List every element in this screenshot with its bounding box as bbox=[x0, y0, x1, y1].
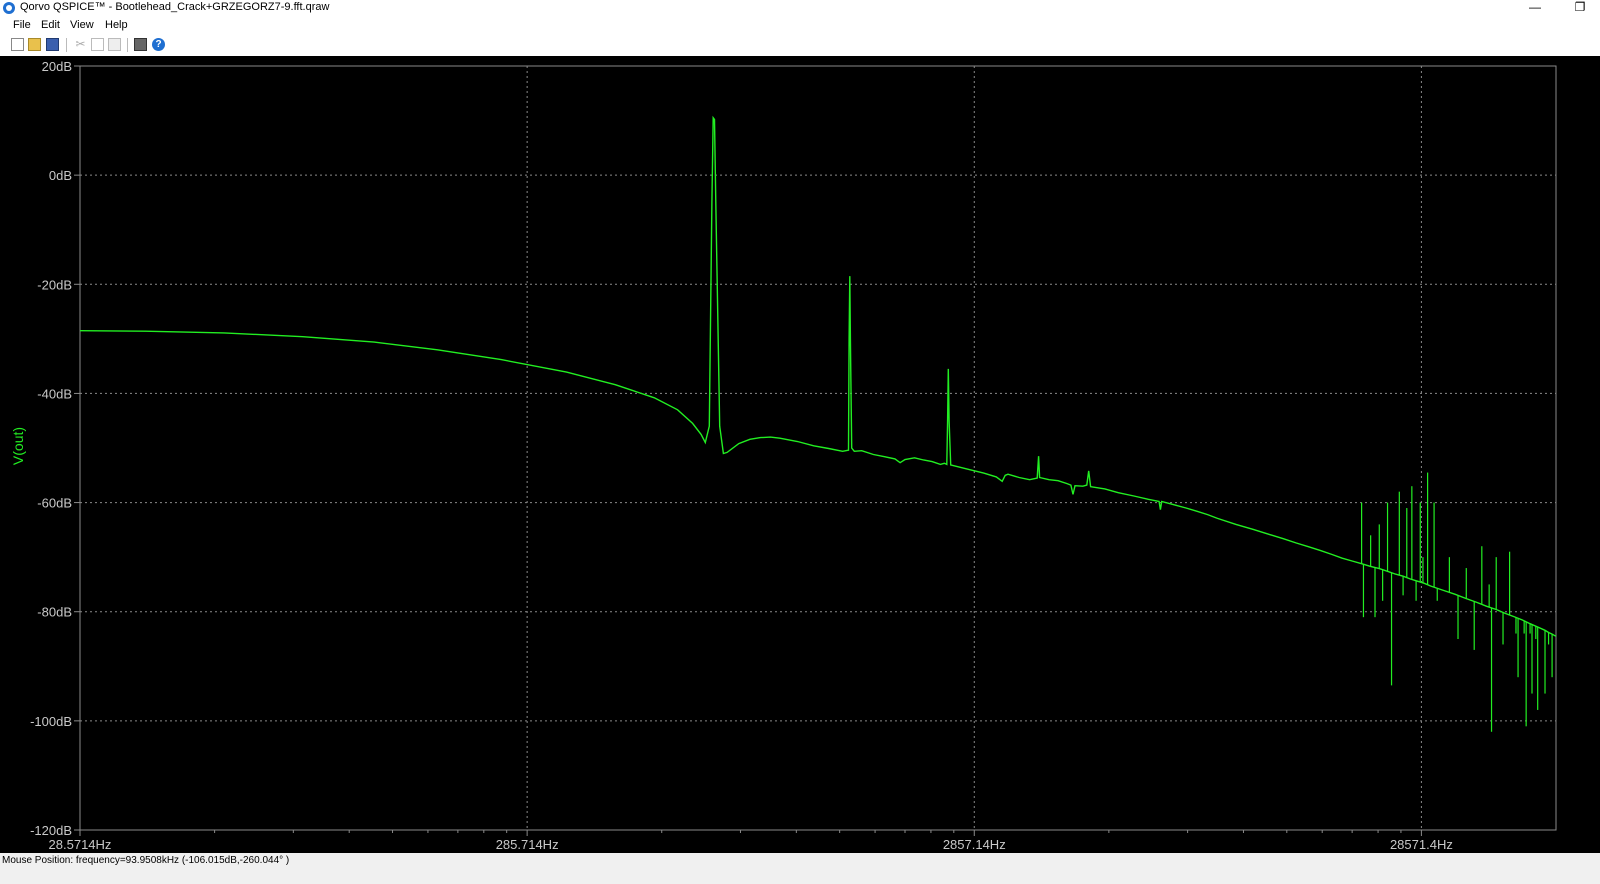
trace-layer bbox=[79, 115, 1557, 732]
help-icon[interactable]: ? bbox=[152, 38, 165, 51]
axes: 20dB0dB-20dB-40dB-60dB-80dB-100dB-120dB2… bbox=[30, 59, 1557, 852]
save-icon[interactable] bbox=[46, 38, 59, 51]
toolbar-separator bbox=[127, 38, 128, 52]
fft-chart[interactable]: 20dB0dB-20dB-40dB-60dB-80dB-100dB-120dB2… bbox=[0, 56, 1600, 853]
y-axis-label: V(out) bbox=[10, 427, 26, 465]
mouse-position-readout: Mouse Position: frequency=93.9508kHz (-1… bbox=[2, 855, 290, 866]
y-tick-label: 20dB bbox=[42, 59, 72, 74]
minimize-button[interactable]: — bbox=[1520, 0, 1550, 16]
cut-icon[interactable]: ✂ bbox=[74, 38, 87, 51]
menu-help[interactable]: Help bbox=[105, 19, 128, 31]
open-folder-icon[interactable] bbox=[28, 38, 41, 51]
toolbar-separator bbox=[66, 38, 67, 52]
print-icon[interactable] bbox=[134, 38, 147, 51]
menu-file[interactable]: File bbox=[13, 19, 31, 31]
y-tick-label: -80dB bbox=[37, 605, 72, 620]
new-file-icon[interactable] bbox=[11, 38, 24, 51]
y-tick-label: -60dB bbox=[37, 496, 72, 511]
y-tick-label: -120dB bbox=[30, 823, 72, 838]
window-title: Qorvo QSPICE™ - Bootlehead_Crack+GRZEGOR… bbox=[20, 1, 330, 13]
y-tick-label: -100dB bbox=[30, 714, 72, 729]
menu-bar: File Edit View Help bbox=[0, 17, 1600, 34]
menu-view[interactable]: View bbox=[70, 19, 94, 31]
x-tick-label: 28571.4Hz bbox=[1390, 837, 1453, 852]
plot-frame bbox=[79, 65, 1557, 831]
paste-icon[interactable] bbox=[108, 38, 121, 51]
copy-icon[interactable] bbox=[91, 38, 104, 51]
waveform-plot-area[interactable]: 20dB 0dB -20dB -40dB -60dB -80dB -100dB -120dB 2… bbox=[0, 56, 1600, 853]
y-tick-label: -20dB bbox=[37, 277, 72, 292]
x-tick-label: 2857.14Hz bbox=[943, 837, 1006, 852]
v-out-trace bbox=[79, 115, 1557, 637]
title-bar: Qorvo QSPICE™ - Bootlehead_Crack+GRZEGOR… bbox=[0, 0, 1600, 16]
x-tick-label: 285.714Hz bbox=[496, 837, 559, 852]
grid bbox=[80, 66, 1556, 830]
restore-button[interactable]: ❐ bbox=[1565, 0, 1595, 16]
menu-edit[interactable]: Edit bbox=[41, 19, 60, 31]
y-tick-label: 0dB bbox=[49, 168, 72, 183]
toolbar: ✂ ? bbox=[0, 35, 1600, 54]
qspice-app-icon bbox=[3, 2, 15, 14]
y-tick-label: -40dB bbox=[37, 386, 72, 401]
x-tick-label: 28.5714Hz bbox=[49, 837, 112, 852]
status-bar: Mouse Position: frequency=93.9508kHz (-1… bbox=[0, 853, 1600, 884]
